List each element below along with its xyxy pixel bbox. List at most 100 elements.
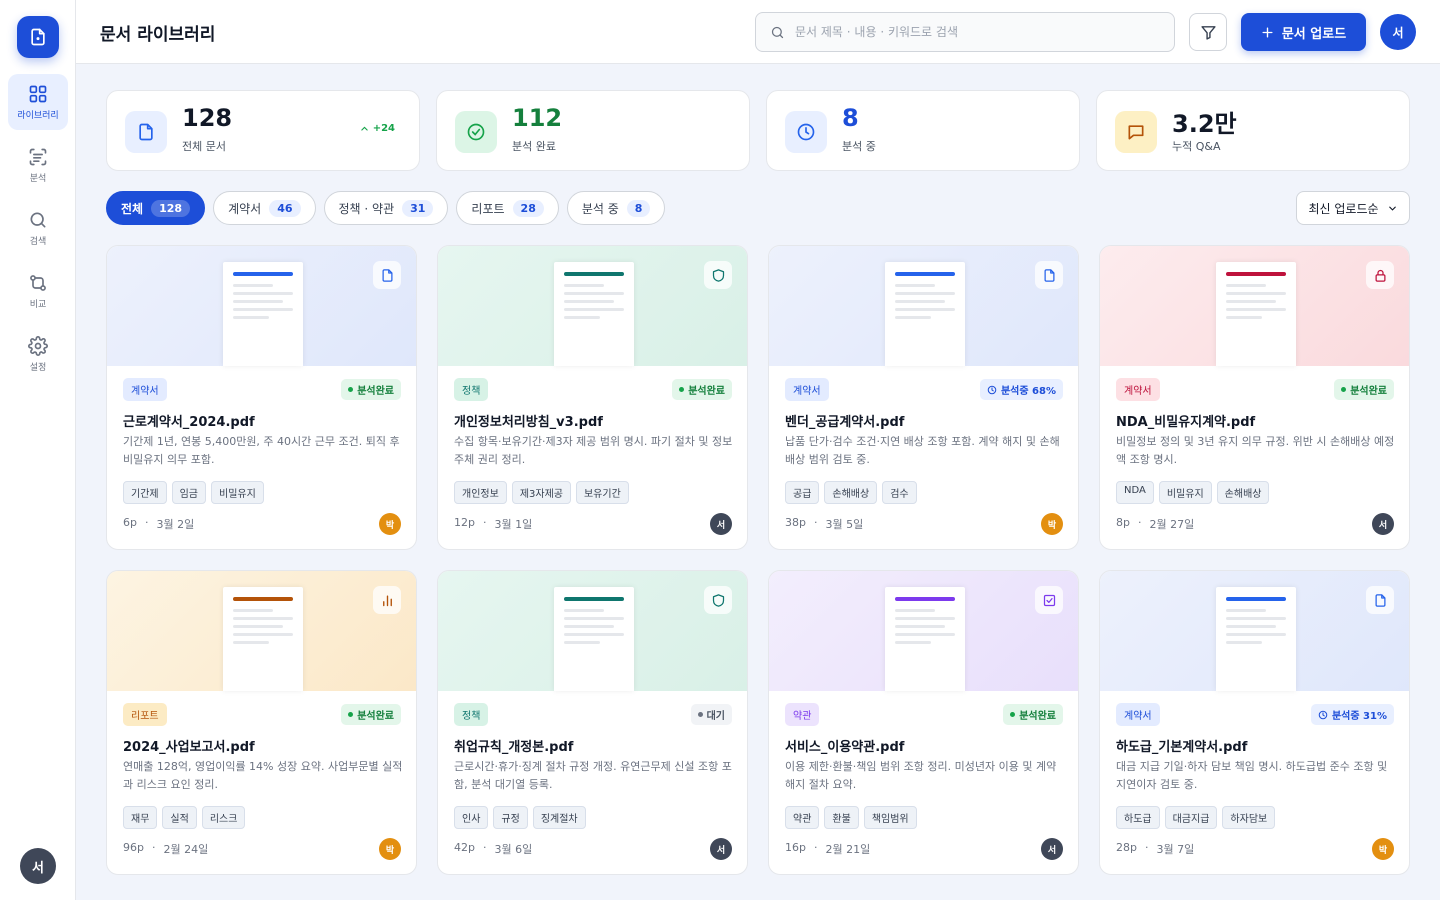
keyword-tag[interactable]: 검수 [882,481,917,504]
upload-document-button[interactable]: 문서 업로드 [1241,13,1366,51]
preview-line [895,633,955,636]
document-title[interactable]: NDA_비밀유지계약.pdf [1116,411,1255,430]
owner-avatar[interactable]: 서 [710,838,732,860]
category-badge: 계약서 [785,378,829,401]
gear-icon [28,335,48,356]
keyword-tag[interactable]: 규정 [493,806,528,829]
preview-heading-line [895,597,955,601]
status-dot [348,712,354,717]
filter-chip-report[interactable]: 리포트 28 [456,191,559,225]
category-badge: 리포트 [123,703,167,726]
keyword-tag[interactable]: 공급 [785,481,820,504]
document-card[interactable]: 리포트 분석완료 2024_사업보고서.pdf 연매출 128억, 영업이익률 … [106,570,417,875]
sidebar-item-library[interactable]: 라이브러리 [8,74,68,130]
keyword-tag[interactable]: 손해배상 [824,481,878,504]
user-avatar[interactable]: 서 [20,848,56,884]
filter-chip-policy[interactable]: 정책 · 약관 31 [323,191,449,225]
keyword-tag[interactable]: 책임범위 [863,806,917,829]
sidebar-item-search[interactable]: 검색 [8,200,68,256]
preview-line [895,300,945,303]
profile-avatar[interactable]: 서 [1380,14,1416,50]
status-text: 분석완료 [1019,711,1056,722]
top-bar: 문서 라이브러리 문서 업로드 서 [76,0,1440,64]
owner-avatar[interactable]: 서 [1372,513,1394,535]
sidebar-item-label: 검색 [29,236,47,247]
document-card[interactable]: 약관 분석완료 서비스_이용약관.pdf 이용 제한·환불·책임 범위 조항 정… [768,570,1079,875]
chevron-up-icon [361,126,368,131]
document-card[interactable]: 계약서 분석완료 NDA_비밀유지계약.pdf 비밀정보 정의 및 3년 유지 … [1099,245,1410,550]
keyword-tag[interactable]: 비밀유지 [211,481,264,504]
document-summary: 이용 제한·환불·책임 범위 조항 정리. 미성년자 이용 및 계약 해지 절차… [785,760,1057,791]
filter-button[interactable] [1189,13,1227,51]
upload-date: 2월 27일 [1149,518,1195,531]
preview-line [233,300,283,303]
preview-line [895,609,935,612]
keyword-tag[interactable]: 환불 [824,806,859,829]
document-card[interactable]: 계약서 분석중 31% 하도급_기본계약서.pdf 대금 지급 기일·하자 담보… [1099,570,1410,875]
owner-avatar[interactable]: 박 [379,513,401,535]
document-title[interactable]: 2024_사업보고서.pdf [123,736,255,755]
preview-line [233,284,273,287]
keyword-tag[interactable]: 임금 [171,481,207,504]
document-title[interactable]: 근로계약서_2024.pdf [123,411,255,430]
preview-line [1226,641,1262,644]
page-preview [885,587,965,691]
keyword-tag[interactable]: 인사 [454,806,489,829]
keyword-tag[interactable]: 리스크 [201,806,246,829]
preview-line [233,625,283,628]
owner-avatar[interactable]: 박 [1041,513,1063,535]
sidebar-item-compare[interactable]: 비교 [8,263,68,319]
stat-icon-bg [1115,111,1157,153]
sidebar-item-label: 비교 [29,299,47,310]
keyword-tag[interactable]: 보유기간 [575,481,629,504]
document-title[interactable]: 하도급_기본계약서.pdf [1116,736,1247,755]
filter-chip-contract[interactable]: 계약서 46 [213,191,316,225]
keyword-tag[interactable]: 손해배상 [1216,481,1270,504]
keyword-tag[interactable]: NDA [1116,481,1154,504]
document-title[interactable]: 취업규칙_개정본.pdf [454,736,573,755]
page-preview [1216,262,1296,366]
keyword-tag[interactable]: 징계절차 [532,806,586,829]
chip-count: 8 [626,199,651,217]
document-thumbnail [438,246,747,366]
owner-avatar[interactable]: 서 [710,513,732,535]
tag-list: 재무 실적 리스크 [123,806,246,829]
sort-dropdown[interactable]: 최신 업로드순 [1296,191,1410,225]
sidebar-item-label: 라이브러리 [17,110,59,121]
sidebar: 라이브러리 분석 검색 비교 설정 서 [0,0,76,900]
filter-chip-all[interactable]: 전체 128 [106,191,206,225]
document-card[interactable]: 정책 대기 취업규칙_개정본.pdf 근로시간·휴가·징계 절차 규정 개정. … [437,570,748,875]
page-preview [885,262,965,366]
keyword-tag[interactable]: 제3자제공 [511,481,571,504]
document-title[interactable]: 벤더_공급계약서.pdf [785,411,904,430]
page-count: 6p [123,516,137,529]
preview-heading-line [233,272,293,276]
app-logo[interactable] [17,16,59,58]
keyword-tag[interactable]: 비밀유지 [1158,481,1212,504]
keyword-tag[interactable]: 재무 [123,806,158,829]
filter-chip-processing[interactable]: 분석 중 8 [566,191,666,225]
preview-line [564,625,614,628]
keyword-tag[interactable]: 기간제 [123,481,167,504]
file-icon [373,261,401,289]
document-title[interactable]: 개인정보처리방침_v3.pdf [454,411,603,430]
owner-avatar[interactable]: 박 [379,838,401,860]
owner-avatar[interactable]: 서 [1041,838,1063,860]
document-card[interactable]: 정책 분석완료 개인정보처리방침_v3.pdf 수집 항목·보유기간·제3자 제… [437,245,748,550]
owner-avatar[interactable]: 박 [1372,838,1394,860]
document-thumbnail [1100,571,1409,691]
document-card[interactable]: 계약서 분석중 68% 벤더_공급계약서.pdf 납품 단가·검수 조건·지연 … [768,245,1079,550]
chip-count: 128 [151,199,191,217]
keyword-tag[interactable]: 약관 [785,806,820,829]
keyword-tag[interactable]: 하자담보 [1222,806,1276,829]
document-card[interactable]: 계약서 분석완료 근로계약서_2024.pdf 기간제 1년, 연봉 5,400… [106,245,417,550]
sidebar-item-analysis[interactable]: 분석 [8,137,68,193]
chip-label: 정책 · 약관 [338,201,395,216]
document-title[interactable]: 서비스_이용약관.pdf [785,736,904,755]
sidebar-item-settings[interactable]: 설정 [8,326,68,382]
search-input[interactable] [795,25,1155,39]
keyword-tag[interactable]: 대금지급 [1164,806,1218,829]
keyword-tag[interactable]: 하도급 [1116,806,1160,829]
keyword-tag[interactable]: 개인정보 [454,481,507,504]
keyword-tag[interactable]: 실적 [162,806,197,829]
